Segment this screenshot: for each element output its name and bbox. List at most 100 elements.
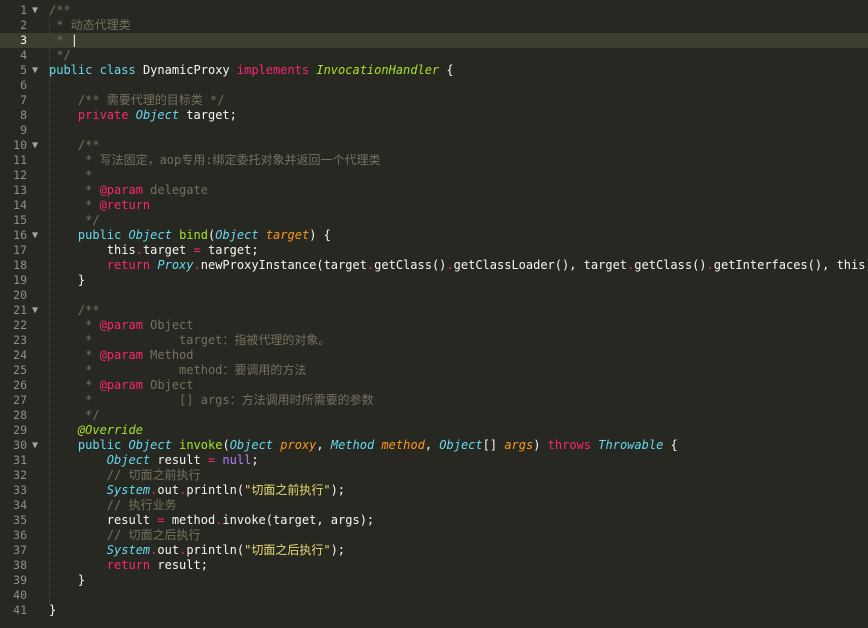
code-token: Object [142, 318, 194, 332]
line-number: 34 [13, 498, 27, 512]
line-number: 12 [13, 168, 27, 182]
code-line[interactable]: 2 * 动态代理类 [0, 18, 868, 33]
code-line[interactable]: 36 // 切面之后执行 [0, 528, 868, 543]
code-text: * 动态代理类 [49, 18, 131, 33]
fold-arrow-icon[interactable]: ▼ [30, 303, 40, 318]
line-number: 18 [13, 258, 27, 272]
code-line[interactable]: 8 private Object target; [0, 108, 868, 123]
code-token: public [77, 228, 122, 242]
code-line[interactable]: 16 ▼ public Object bind(Object target) { [0, 228, 868, 243]
code-line[interactable]: 9 [0, 123, 868, 138]
line-number: 4 [20, 48, 27, 62]
code-line[interactable]: 5 ▼ public class DynamicProxy implements I… [0, 63, 868, 78]
code-line[interactable]: 35 result = method.invoke(target, args); [0, 513, 868, 528]
code-token: . [193, 258, 201, 272]
code-token: ) [533, 438, 548, 452]
line-number: 1 [20, 3, 27, 17]
fold-arrow-icon[interactable]: ▼ [30, 138, 40, 153]
code-line[interactable]: 26 * @param Object [0, 378, 868, 393]
code-line[interactable]: 14 * @return [0, 198, 868, 213]
code-text: public Object bind(Object target) { [49, 228, 331, 243]
code-line[interactable]: 12 * [0, 168, 868, 183]
code-line[interactable]: 37 System.out.println("切面之后执行"); [0, 543, 868, 558]
line-number: 11 [13, 153, 27, 167]
fold-arrow-icon[interactable]: ▼ [30, 63, 40, 78]
code-line[interactable]: 6 [0, 78, 868, 93]
code-line[interactable]: 21 ▼ /** [0, 303, 868, 318]
code-token: @Override [77, 423, 143, 437]
line-number: 3 [20, 33, 27, 47]
fold-arrow-icon[interactable]: ▼ [30, 3, 40, 18]
code-token: target [142, 243, 194, 257]
code-line[interactable]: 22 * @param Object [0, 318, 868, 333]
code-line[interactable]: 1 ▼ /** [0, 3, 868, 18]
code-line[interactable]: 27 * [] args：方法调用时所需要的参数 [0, 393, 868, 408]
code-token: Object [215, 228, 259, 242]
code-token: "切面之后执行" [244, 543, 331, 557]
code-text: */ [49, 408, 99, 423]
code-line[interactable]: 17 this.target = target; [0, 243, 868, 258]
code-line[interactable]: 33 System.out.println("切面之前执行"); [0, 483, 868, 498]
code-token: * 动态代理类 [49, 18, 131, 32]
code-token: . [446, 258, 454, 272]
code-line[interactable]: 3 * | [0, 33, 868, 48]
line-number: 33 [13, 483, 27, 497]
code-line[interactable]: 15 */ [0, 213, 868, 228]
code-token: */ [49, 213, 100, 227]
code-line[interactable]: 32 // 切面之前执行 [0, 468, 868, 483]
code-line[interactable]: 28 */ [0, 408, 868, 423]
code-line[interactable]: 23 * target：指被代理的对象。 [0, 333, 868, 348]
code-line[interactable]: 25 * method：要调用的方法 [0, 363, 868, 378]
code-token: throws [547, 438, 592, 452]
code-token: Throwable [598, 438, 664, 452]
line-number: 24 [13, 348, 27, 362]
code-token: Proxy [157, 258, 194, 272]
code-text: System.out.println("切面之后执行"); [49, 543, 345, 558]
code-token: * [49, 348, 100, 362]
code-token: delegate [142, 183, 208, 197]
code-text: /** [49, 3, 71, 18]
code-line[interactable]: 34 // 执行业务 [0, 498, 868, 513]
code-text: result = method.invoke(target, args); [49, 513, 374, 528]
line-number: 25 [13, 363, 27, 377]
code-line[interactable]: 39 } [0, 573, 868, 588]
code-token: = [193, 243, 201, 257]
code-token: result [49, 513, 158, 527]
code-token: target; [179, 108, 237, 122]
code-text: * | [49, 33, 78, 48]
code-line[interactable]: 30 ▼ public Object invoke(Object proxy, M… [0, 438, 868, 453]
code-line[interactable]: 20 [0, 288, 868, 303]
code-line[interactable]: 10 ▼ /** [0, 138, 868, 153]
code-line[interactable]: 40 [0, 588, 868, 603]
code-line[interactable]: 41} [0, 603, 868, 618]
code-text: /** 需要代理的目标类 */ [49, 93, 225, 108]
code-line[interactable]: 19 } [0, 273, 868, 288]
code-token: = [157, 513, 165, 527]
code-token: @return [99, 198, 151, 212]
code-line[interactable]: 29 @Override [0, 423, 868, 438]
code-token: public [77, 438, 122, 452]
line-number: 6 [20, 78, 27, 92]
code-line[interactable]: 4 */ [0, 48, 868, 63]
code-line[interactable]: 38 return result; [0, 558, 868, 573]
line-number: 17 [13, 243, 27, 257]
code-token: Method [330, 438, 375, 452]
fold-arrow-icon[interactable]: ▼ [30, 438, 40, 453]
code-line[interactable]: 18 return Proxy.newProxyInstance(target.… [0, 258, 868, 273]
code-editor[interactable]: 1 ▼/** 2 * 动态代理类 3 * | 4 */5 ▼ public class Dy… [0, 0, 868, 628]
line-number: 15 [13, 213, 27, 227]
code-token: . [135, 243, 143, 257]
code-line[interactable]: 7 /** 需要代理的目标类 */ [0, 93, 868, 108]
fold-arrow-icon[interactable]: ▼ [30, 228, 40, 243]
code-token: return [106, 258, 151, 272]
code-line[interactable]: 31 Object result = null; [0, 453, 868, 468]
line-number: 38 [13, 558, 27, 572]
code-line[interactable]: 13 * @param delegate [0, 183, 868, 198]
code-line[interactable]: 24 * @param Method [0, 348, 868, 363]
code-line[interactable]: 11 * 写法固定，aop专用:绑定委托对象并返回一个代理类 [0, 153, 868, 168]
